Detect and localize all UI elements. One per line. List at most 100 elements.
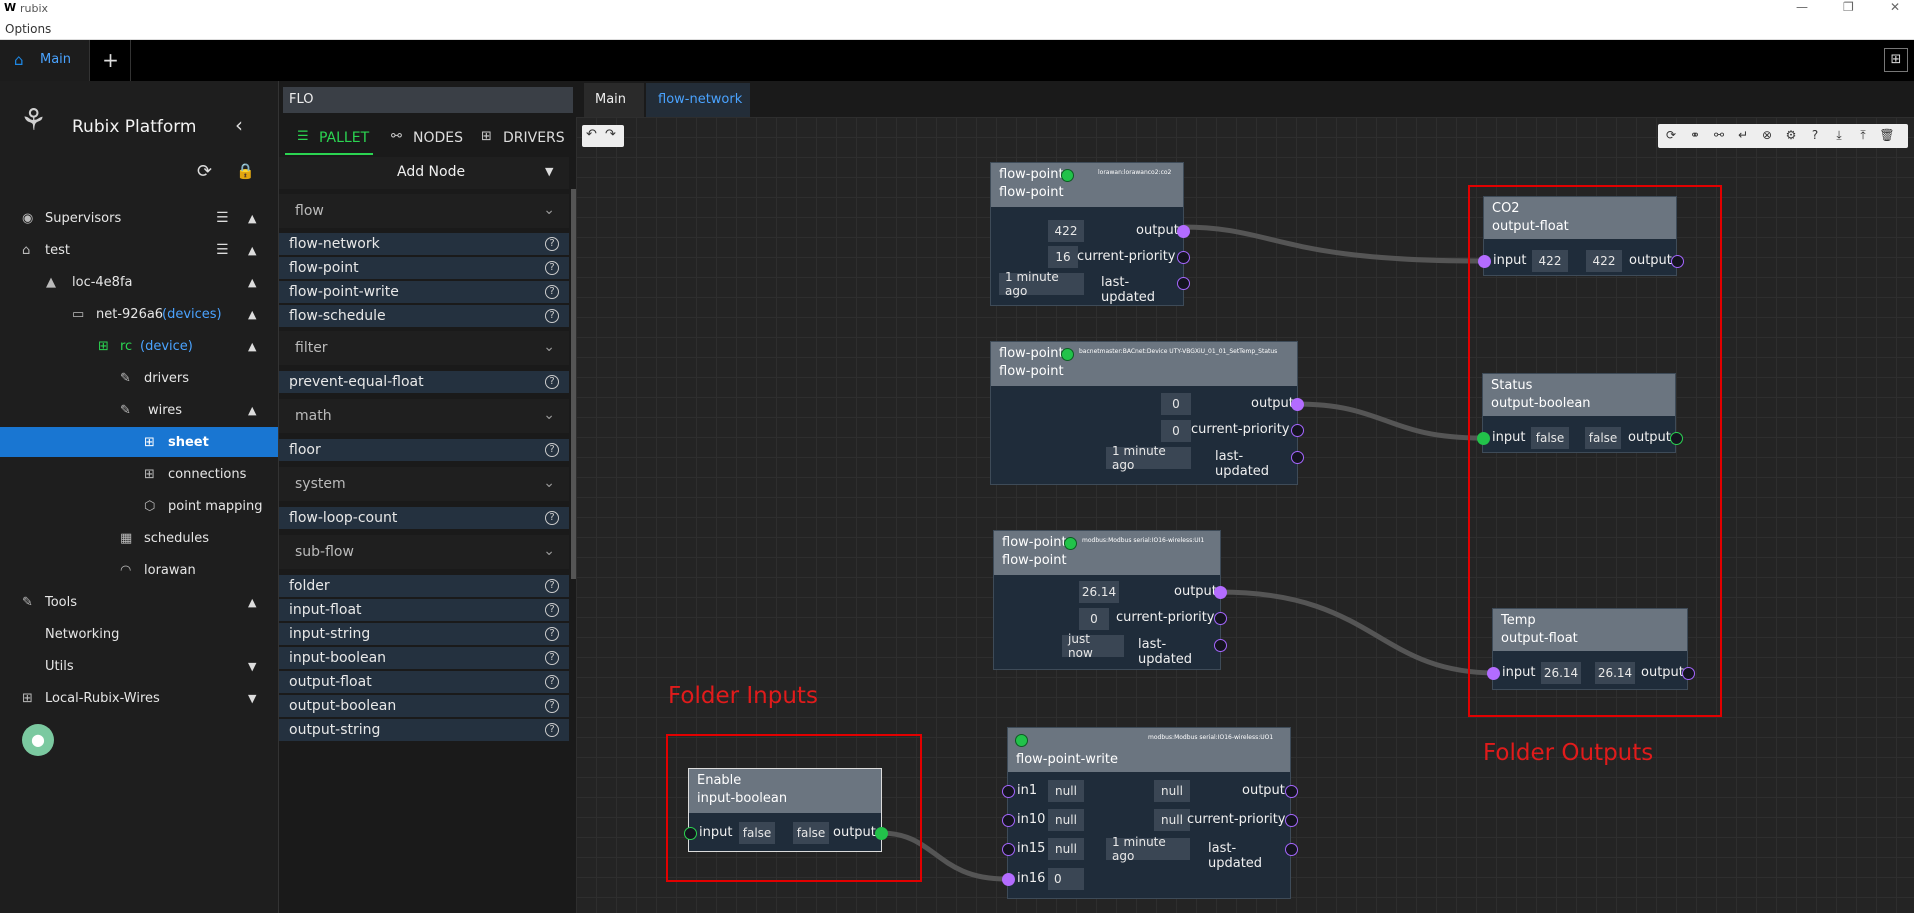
wire-status[interactable]	[1295, 401, 1483, 441]
updated-port[interactable]	[1214, 639, 1227, 652]
canvas-tab-flow-network[interactable]: flow-network	[646, 83, 750, 117]
pallet-item-folder[interactable]: folder?	[279, 575, 569, 598]
node-header[interactable]: flow-point lorawan:lorawanco2:co2 flow-p…	[991, 163, 1183, 207]
sidebar-item-rc[interactable]: ⊞ rc (device) ▲	[0, 330, 278, 362]
pallet-item-flow-network[interactable]: flow-network?	[279, 233, 569, 256]
sidebar-item-connections[interactable]: ⊞ connections	[0, 458, 278, 490]
help-icon[interactable]: ?	[545, 699, 559, 713]
canvas-tab-main[interactable]: Main	[584, 83, 644, 117]
chevron-down-icon[interactable]: ▼	[248, 660, 256, 673]
tab-pallet[interactable]: ☰ PALLET	[285, 121, 373, 155]
priority-port[interactable]	[1214, 612, 1227, 625]
pallet-search-input[interactable]: FLO	[283, 87, 573, 113]
group-sub-flow[interactable]: sub-flow ⌄	[279, 535, 569, 569]
pallet-item-prevent-equal-float[interactable]: prevent-equal-float?	[279, 371, 569, 394]
output-port[interactable]	[1285, 785, 1298, 798]
sidebar-item-net[interactable]: ▭ net-926a6 (devices) ▲	[0, 298, 278, 330]
pallet-item-output-string[interactable]: output-string?	[279, 719, 569, 742]
node-header[interactable]: flow-point modbus:Modbus serial:IO16-wir…	[994, 531, 1220, 575]
node-flow-point-write[interactable]: modbus:Modbus serial:IO16-wireless:UO1 f…	[1002, 727, 1298, 899]
pallet-item-output-float[interactable]: output-float?	[279, 671, 569, 694]
sidebar-item-local-wires[interactable]: ⊞ Local-Rubix-Wires ▼	[0, 682, 278, 714]
refresh-icon[interactable]: ⟳	[197, 161, 212, 182]
updated-port[interactable]	[1177, 277, 1190, 290]
sidebar-item-lorawan[interactable]: ◠ lorawan	[0, 554, 278, 586]
pallet-item-flow-point[interactable]: flow-point?	[279, 257, 569, 280]
priority-port[interactable]	[1291, 424, 1304, 437]
help-icon[interactable]: ?	[545, 309, 559, 323]
pallet-item-input-string[interactable]: input-string?	[279, 623, 569, 646]
output-port[interactable]	[1291, 398, 1304, 411]
pallet-item-output-boolean[interactable]: output-boolean?	[279, 695, 569, 718]
node-header[interactable]: modbus:Modbus serial:IO16-wireless:UO1 f…	[1008, 728, 1290, 772]
help-icon[interactable]: ?	[545, 375, 559, 389]
node-flow-point-status[interactable]: flow-point bacnetmaster:BACnet:Device UT…	[990, 341, 1304, 485]
priority-port[interactable]	[1285, 814, 1298, 827]
output-port[interactable]	[1177, 225, 1190, 238]
sidebar-item-point-mapping[interactable]: ⬡ point mapping	[0, 490, 278, 522]
chevron-up-icon[interactable]: ▲	[248, 340, 256, 353]
node-flow-point-temp[interactable]: flow-point modbus:Modbus serial:IO16-wir…	[993, 530, 1227, 670]
pallet-item-input-boolean[interactable]: input-boolean?	[279, 647, 569, 670]
updated-port[interactable]	[1285, 843, 1298, 856]
tab-nodes[interactable]: ⚯ NODES	[383, 121, 473, 155]
help-icon[interactable]: ?	[545, 285, 559, 299]
pallet-item-flow-point-write[interactable]: flow-point-write?	[279, 281, 569, 304]
chevron-up-icon[interactable]: ▲	[248, 212, 256, 225]
in16-port[interactable]	[1002, 873, 1015, 886]
sidebar-item-supervisors[interactable]: ◉ Supervisors ☰ ▲	[0, 202, 278, 234]
tab-drivers[interactable]: ⊞ DRIVERS	[475, 121, 575, 155]
in1-port[interactable]	[1002, 785, 1015, 798]
pallet-item-flow-schedule[interactable]: flow-schedule?	[279, 305, 569, 328]
chevron-up-icon[interactable]: ▲	[248, 596, 256, 609]
chevron-up-icon[interactable]: ▲	[248, 308, 256, 321]
chevron-up-icon[interactable]: ▲	[248, 244, 256, 257]
sidebar-item-test[interactable]: ⌂ test ☰ ▲	[0, 234, 278, 266]
lock-icon[interactable]: 🔒	[236, 162, 255, 180]
help-icon[interactable]: ?	[545, 603, 559, 617]
sidebar-item-networking[interactable]: Networking	[0, 618, 278, 650]
updated-port[interactable]	[1291, 451, 1304, 464]
in1-value[interactable]: null	[1048, 780, 1084, 802]
priority-port[interactable]	[1177, 251, 1190, 264]
sidebar-item-loc[interactable]: ▲ loc-4e8fa ▲	[0, 266, 278, 298]
help-icon[interactable]: ?	[545, 651, 559, 665]
user-avatar-icon[interactable]: ●	[22, 724, 54, 756]
help-icon[interactable]: ?	[545, 511, 559, 525]
wire-co2[interactable]	[1181, 224, 1484, 264]
menu-icon[interactable]: ☰	[216, 210, 229, 226]
group-math[interactable]: math ⌄	[279, 399, 569, 433]
chevron-up-icon[interactable]: ▲	[248, 404, 256, 417]
add-tab-button[interactable]: +	[91, 40, 131, 81]
in15-value[interactable]: null	[1048, 838, 1084, 860]
add-node-dropdown[interactable]: Add Node ▼	[279, 157, 569, 189]
in10-port[interactable]	[1002, 814, 1015, 827]
menu-options[interactable]: Options	[5, 22, 51, 36]
in10-value[interactable]: null	[1048, 809, 1084, 831]
restore-icon[interactable]: ❐	[1843, 0, 1854, 14]
chevron-down-icon[interactable]: ▼	[248, 692, 256, 705]
help-icon[interactable]: ?	[545, 237, 559, 251]
sidebar-item-tools[interactable]: ✎ Tools ▲	[0, 586, 278, 618]
collapse-sidebar-icon[interactable]: ‹	[235, 113, 243, 137]
minimize-icon[interactable]: —	[1796, 0, 1808, 14]
group-filter[interactable]: filter ⌄	[279, 331, 569, 365]
group-system[interactable]: system ⌄	[279, 467, 569, 501]
help-icon[interactable]: ?	[545, 443, 559, 457]
menu-icon[interactable]: ☰	[216, 242, 229, 258]
in15-port[interactable]	[1002, 843, 1015, 856]
sidebar-item-drivers[interactable]: ✎ drivers	[0, 362, 278, 394]
output-port[interactable]	[1214, 586, 1227, 599]
node-flow-point-co2[interactable]: flow-point lorawan:lorawanco2:co2 flow-p…	[990, 162, 1190, 306]
help-icon[interactable]: ?	[545, 723, 559, 737]
tab-main[interactable]: ⌂ Main	[0, 40, 90, 81]
help-icon[interactable]: ?	[545, 261, 559, 275]
sidebar-item-sheet[interactable]: ⊞ sheet	[0, 427, 278, 457]
flow-canvas[interactable]: ↶ ↷ ⟳ ⚭ ⚯ ↵ ⊗ ⚙ ? ⤓ ⤒ 🗑 flow-point loraw…	[576, 117, 1914, 913]
help-icon[interactable]: ?	[545, 675, 559, 689]
chevron-up-icon[interactable]: ▲	[248, 276, 256, 289]
close-icon[interactable]: ✕	[1890, 0, 1900, 14]
sidebar-item-schedules[interactable]: ▦ schedules	[0, 522, 278, 554]
pallet-item-flow-loop-count[interactable]: flow-loop-count?	[279, 507, 569, 530]
pallet-item-input-float[interactable]: input-float?	[279, 599, 569, 622]
